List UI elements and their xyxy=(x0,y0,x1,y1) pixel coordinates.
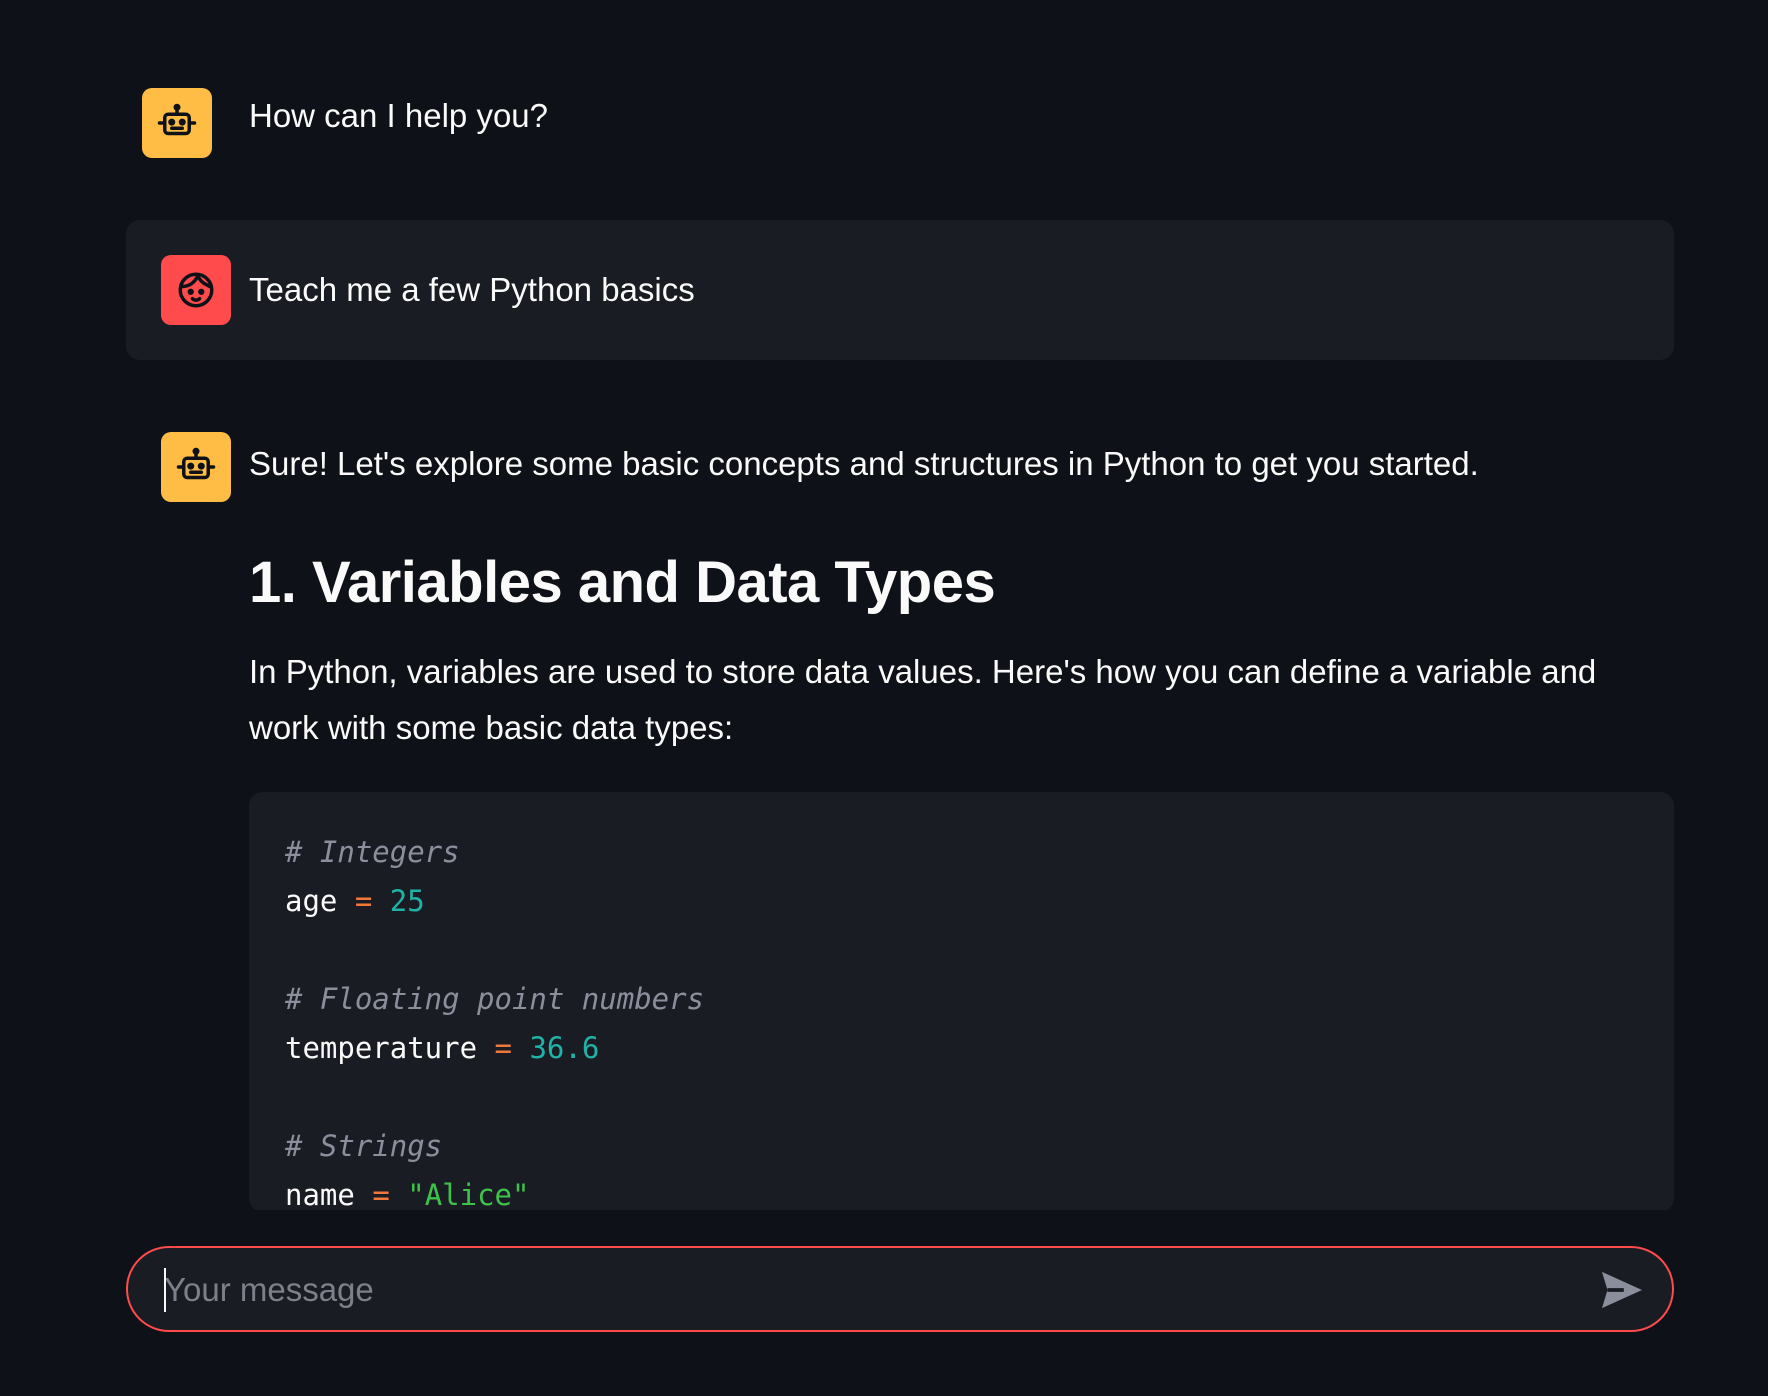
code-line: name = "Alice" xyxy=(285,1171,1638,1210)
code-line: # Integers xyxy=(285,828,1638,877)
section-paragraph: In Python, variables are used to store d… xyxy=(249,653,1597,746)
code-line: age = 25 xyxy=(285,877,1638,926)
chat-input-bar xyxy=(126,1246,1674,1332)
code-number: 25 xyxy=(389,884,425,918)
robot-icon xyxy=(142,88,212,158)
code-operator: = xyxy=(354,884,373,918)
code-comment: # Floating point numbers xyxy=(285,982,705,1016)
code-variable: age xyxy=(285,884,338,918)
face-icon xyxy=(161,255,231,325)
code-block: # Integers age = 25 # Floating point num… xyxy=(249,792,1674,1210)
code-line: # Floating point numbers xyxy=(285,975,1638,1024)
user-message: Teach me a few Python basics xyxy=(126,220,1674,360)
message-input[interactable] xyxy=(162,1248,1566,1332)
message-body: 1. Variables and Data Types In Python, v… xyxy=(249,548,1674,1210)
code-number: 36.6 xyxy=(529,1031,600,1065)
message-text: How can I help you? xyxy=(249,97,549,134)
robot-icon xyxy=(161,432,231,502)
chat-app: How can I help you? Teach me a few Pytho… xyxy=(0,0,1768,1396)
message-text: Sure! Let's explore some basic concepts … xyxy=(249,445,1479,482)
code-comment: # Integers xyxy=(285,835,460,869)
section-heading: 1. Variables and Data Types xyxy=(249,550,996,615)
message-list: How can I help you? Teach me a few Pytho… xyxy=(0,0,1768,1210)
send-button[interactable] xyxy=(1598,1266,1646,1314)
message-text: Teach me a few Python basics xyxy=(249,271,695,308)
code-line: temperature = 36.6 xyxy=(285,1024,1638,1073)
send-icon xyxy=(1602,1271,1642,1309)
code-variable: temperature xyxy=(285,1031,478,1065)
text-cursor xyxy=(164,1268,166,1312)
code-string: "Alice" xyxy=(407,1178,530,1210)
code-operator: = xyxy=(494,1031,512,1065)
code-operator: = xyxy=(372,1178,390,1210)
assistant-message: Sure! Let's explore some basic concepts … xyxy=(126,428,1674,1210)
code-line: # Strings xyxy=(285,1122,1638,1171)
code-variable: name xyxy=(285,1178,355,1210)
assistant-message: How can I help you? xyxy=(126,70,1674,164)
code-comment: # Strings xyxy=(285,1129,443,1163)
